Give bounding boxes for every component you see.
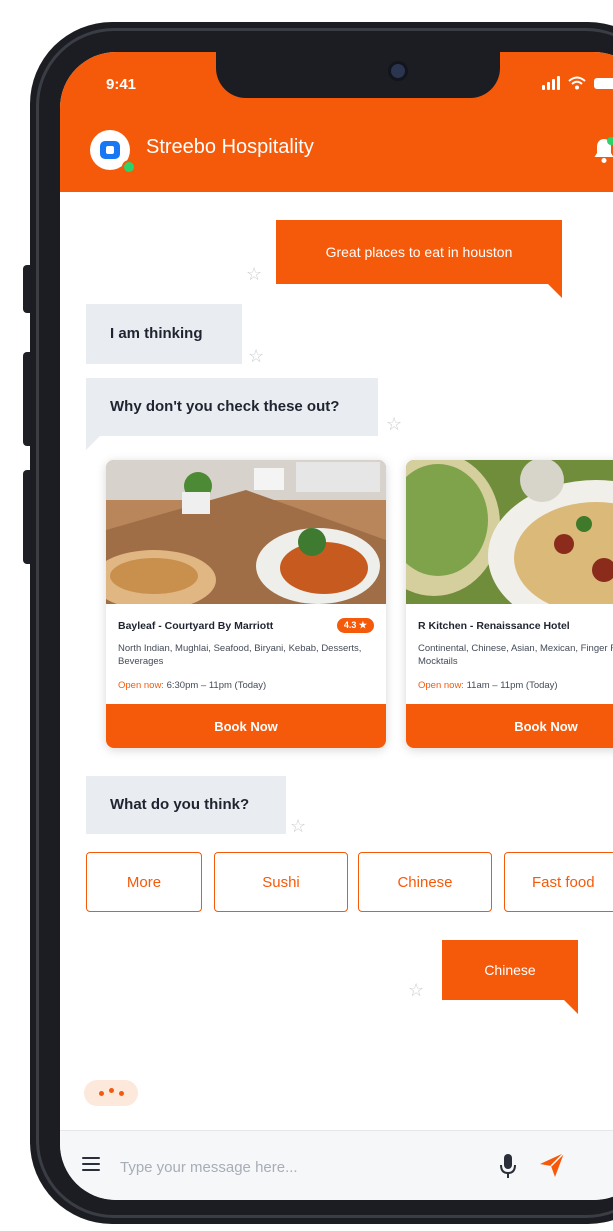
quick-reply-fast-food[interactable]: Fast food xyxy=(504,852,613,912)
quick-reply-chinese[interactable]: Chinese xyxy=(358,852,492,912)
bell-icon[interactable] xyxy=(592,136,613,164)
restaurant-name: Bayleaf - Courtyard By Marriott xyxy=(118,620,274,632)
restaurant-cuisine: Continental, Chinese, Asian, Mexican, Fi… xyxy=(418,643,613,667)
bot-avatar xyxy=(90,130,136,174)
star-icon[interactable]: ☆ xyxy=(248,346,264,367)
restaurant-hours: Open now: 6:30pm – 11pm (Today) xyxy=(118,680,266,691)
star-icon[interactable]: ☆ xyxy=(386,414,402,435)
bot-message-bubble: Why don't you check these out? xyxy=(86,378,378,450)
online-indicator xyxy=(122,160,136,174)
typing-indicator xyxy=(84,1080,138,1106)
user-message-text: Chinese xyxy=(484,962,536,978)
bot-logo-icon xyxy=(100,141,120,159)
phone-screen: 9:41 Streebo Hospitality Great places to… xyxy=(60,52,613,1200)
notch xyxy=(216,52,500,98)
battery-icon xyxy=(594,78,613,89)
wifi-icon xyxy=(568,76,586,90)
star-icon[interactable]: ☆ xyxy=(290,816,306,837)
bot-message-bubble: What do you think? xyxy=(86,776,286,834)
signal-icon xyxy=(542,76,560,90)
quick-reply-more[interactable]: More xyxy=(86,852,202,912)
open-now-label: Open now: xyxy=(418,680,464,691)
microphone-icon[interactable] xyxy=(500,1153,516,1179)
quick-reply-sushi[interactable]: Sushi xyxy=(214,852,348,912)
restaurant-name: R Kitchen - Renaissance Hotel xyxy=(418,620,570,632)
rating-badge: 4.3 ★ xyxy=(336,618,374,633)
bot-message-text: What do you think? xyxy=(110,796,250,813)
bubble-tail xyxy=(86,436,100,450)
app-mockup: 9:41 Streebo Hospitality Great places to… xyxy=(0,0,613,1231)
restaurant-photo xyxy=(106,460,386,604)
status-time: 9:41 xyxy=(106,76,137,93)
bot-message-text: I am thinking xyxy=(110,325,203,342)
message-composer xyxy=(60,1130,613,1200)
book-now-button[interactable]: Book Now xyxy=(406,704,613,748)
star-icon[interactable]: ☆ xyxy=(408,980,424,1001)
restaurant-hours: Open now: 11am – 11pm (Today) xyxy=(418,680,558,691)
hours-text: 11am – 11pm (Today) xyxy=(466,680,558,691)
restaurant-cuisine: North Indian, Mughlai, Seafood, Biryani,… xyxy=(118,643,362,667)
book-now-button[interactable]: Book Now xyxy=(106,704,386,748)
user-message-text: Great places to eat in houston xyxy=(325,244,513,260)
chat-header: 9:41 Streebo Hospitality xyxy=(60,52,613,192)
send-icon[interactable] xyxy=(538,1151,566,1179)
status-icons xyxy=(542,76,613,90)
restaurant-card[interactable]: R Kitchen - Renaissance Hotel Continenta… xyxy=(406,460,613,748)
open-now-label: Open now: xyxy=(118,680,164,691)
bot-message-text: Why don't you check these out? xyxy=(110,398,340,415)
user-message-bubble: Great places to eat in houston xyxy=(276,220,562,298)
message-input[interactable] xyxy=(118,1151,482,1183)
app-title: Streebo Hospitality xyxy=(146,136,314,158)
hours-text: 6:30pm – 11pm (Today) xyxy=(166,680,267,691)
star-icon[interactable]: ☆ xyxy=(246,264,262,285)
camera-icon xyxy=(391,64,405,78)
restaurant-photo xyxy=(406,460,613,604)
bot-message-bubble: I am thinking xyxy=(86,304,242,364)
restaurant-card[interactable]: Bayleaf - Courtyard By Marriott 4.3 ★ No… xyxy=(106,460,386,748)
menu-icon[interactable] xyxy=(82,1157,100,1171)
user-message-bubble: Chinese xyxy=(442,940,578,1014)
